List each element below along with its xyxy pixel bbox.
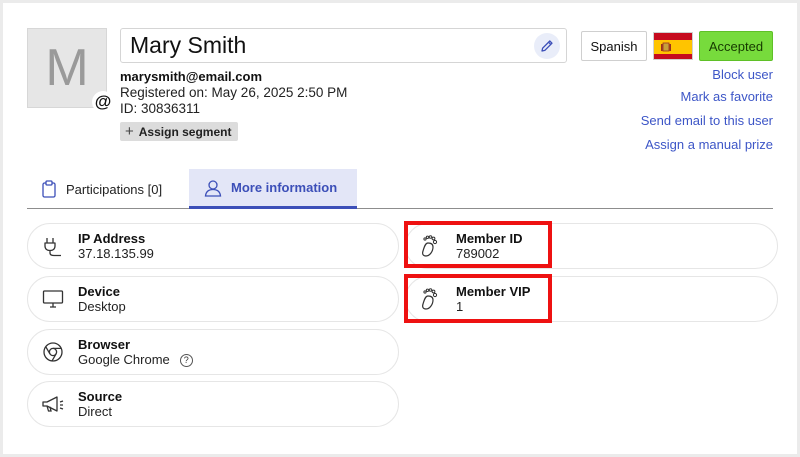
ip-address-value: 37.18.135.99 — [78, 246, 154, 261]
user-name: Mary Smith — [130, 32, 247, 58]
member-id-highlight — [404, 221, 552, 268]
status-button[interactable]: Accepted — [699, 31, 773, 61]
monitor-icon — [42, 290, 64, 308]
device-value: Desktop — [78, 299, 126, 314]
at-icon: @ — [92, 91, 114, 113]
help-icon[interactable]: ? — [179, 354, 193, 368]
pencil-icon — [541, 40, 553, 52]
plug-icon — [44, 238, 61, 257]
browser-card: Browser Google Chrome? — [27, 329, 399, 375]
name-field[interactable]: Mary Smith — [120, 28, 567, 63]
user-icon — [204, 179, 222, 197]
assign-segment-button[interactable]: + Assign segment — [120, 122, 239, 141]
block-user-link[interactable]: Block user — [712, 67, 773, 82]
megaphone-icon — [42, 396, 64, 412]
source-label: Source — [78, 389, 123, 404]
user-email: marysmith@email.com — [120, 69, 263, 84]
tab-participations-label: Participations [0] — [66, 181, 163, 197]
source-value: Direct — [78, 404, 112, 419]
send-email-link[interactable]: Send email to this user — [641, 113, 773, 128]
user-id: ID: 30836311 — [120, 101, 201, 116]
mark-favorite-link[interactable]: Mark as favorite — [681, 89, 773, 104]
registered-date: Registered on: May 26, 2025 2:50 PM — [120, 85, 348, 100]
device-card: Device Desktop — [27, 276, 399, 322]
browser-value: Google Chrome — [78, 351, 170, 367]
assign-segment-label: Assign segment — [138, 124, 232, 139]
avatar: M @ — [27, 28, 114, 113]
assign-prize-link[interactable]: Assign a manual prize — [645, 137, 773, 152]
tab-more-information-label: More information — [231, 180, 338, 195]
ip-address-label: IP Address — [78, 231, 146, 246]
edit-name-button[interactable] — [534, 33, 560, 59]
tab-participations[interactable]: Participations [0] — [41, 169, 162, 209]
browser-label: Browser — [78, 336, 131, 352]
tab-more-information[interactable]: More information — [189, 169, 357, 209]
device-label: Device — [78, 284, 120, 299]
member-vip-highlight — [404, 274, 552, 323]
clipboard-icon — [42, 180, 56, 198]
ip-address-card: IP Address 37.18.135.99 — [27, 223, 399, 269]
plus-icon: + — [125, 123, 134, 140]
chrome-icon — [43, 342, 63, 362]
tab-bar: Participations [0] More information — [27, 169, 773, 209]
language-button[interactable]: Spanish — [581, 31, 647, 61]
source-card: Source Direct — [27, 381, 399, 427]
spain-flag-icon[interactable] — [653, 32, 693, 60]
avatar-letter: M — [45, 39, 89, 97]
